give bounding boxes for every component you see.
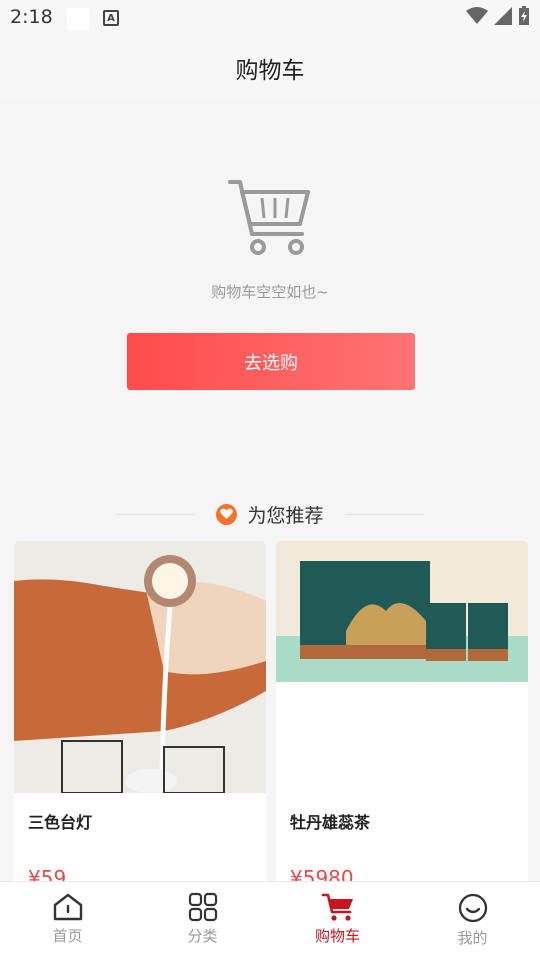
product-name: 牡丹雄蕊茶 (290, 813, 371, 832)
product-image (14, 541, 266, 793)
tab-label: 分类 (187, 927, 218, 945)
product-name: 三色台灯 (28, 813, 93, 832)
empty-cart-icon (228, 180, 310, 255)
go-shopping-button[interactable]: 去选购 (127, 333, 415, 390)
product-price-wrap: ¥59 (28, 866, 66, 881)
tab-label: 首页 (52, 927, 83, 945)
wifi-icon (466, 7, 488, 24)
profile-icon (458, 893, 487, 923)
status-icons (466, 6, 530, 26)
recommend-title: 为您推荐 (247, 504, 324, 527)
category-icon (188, 892, 217, 922)
tab-cart[interactable]: 购物车 (270, 882, 405, 960)
divider (116, 513, 195, 515)
notification-icon (67, 8, 89, 30)
status-bar: 2:18 A (0, 0, 540, 36)
heart-icon (216, 503, 238, 525)
product-card[interactable]: 牡丹雄蕊茶 (276, 541, 528, 886)
tab-label: 购物车 (314, 927, 360, 945)
bottom-tab-bar: 首页 分类 购物车 我的 (0, 881, 540, 960)
cart-icon (321, 893, 353, 921)
keyboard-a-icon: A (103, 10, 119, 26)
product-image (276, 541, 528, 682)
page-header: 购物车 (0, 36, 540, 100)
tab-label: 我的 (457, 929, 488, 947)
tab-category[interactable]: 分类 (135, 882, 270, 960)
tab-profile[interactable]: 我的 (405, 882, 540, 960)
empty-cart-message: 购物车空空如也~ (211, 283, 329, 301)
status-time: 2:18 (10, 6, 53, 28)
product-price: ¥5980 (290, 866, 354, 881)
product-card[interactable]: 三色台灯 (14, 541, 266, 886)
battery-icon (519, 6, 529, 25)
product-price-wrap: ¥5980 (290, 866, 354, 881)
page-title: 购物车 (235, 58, 305, 84)
product-price: ¥59 (28, 866, 67, 881)
divider (345, 513, 424, 515)
recommend-header: 为您推荐 (0, 500, 540, 528)
tab-home[interactable]: 首页 (0, 882, 135, 960)
home-icon (53, 893, 82, 921)
signal-icon (494, 7, 512, 25)
